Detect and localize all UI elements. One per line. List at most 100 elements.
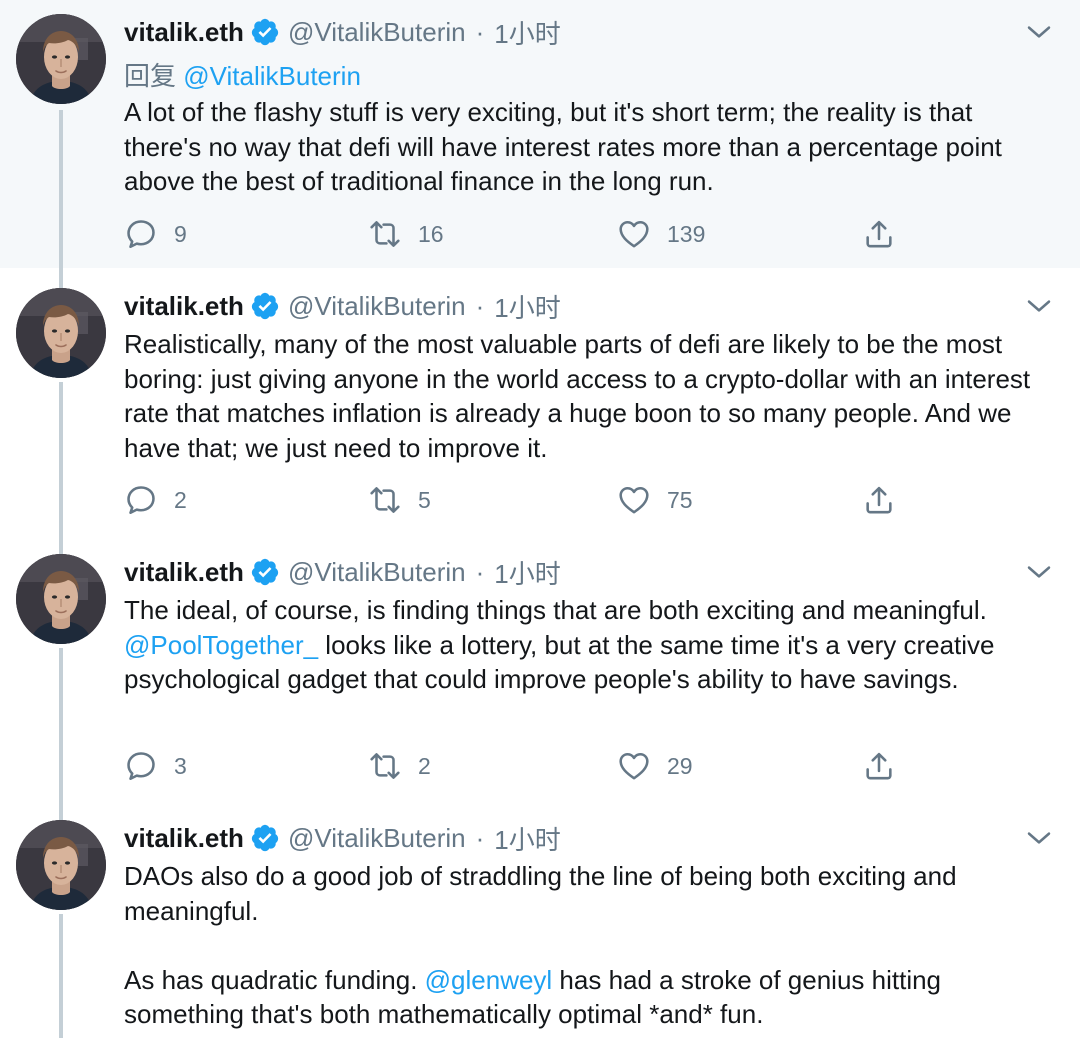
retweet-button[interactable]: 2: [368, 746, 431, 786]
profile-photo: [16, 820, 106, 910]
profile-photo: [16, 288, 106, 378]
avatar[interactable]: [16, 14, 106, 104]
reply-button[interactable]: 9: [124, 214, 187, 254]
text-segment: The ideal, of course, is finding things …: [124, 595, 987, 625]
text-segment: As has quadratic funding.: [124, 964, 425, 995]
retweet-count: 2: [418, 752, 431, 779]
like-button[interactable]: 29: [617, 746, 693, 786]
timestamp[interactable]: 1小时: [494, 14, 560, 51]
like-count: 29: [667, 752, 693, 779]
display-name[interactable]: vitalik.eth: [124, 823, 244, 854]
tweet-header: vitalik.eth @VitalikButerin · 1小时: [124, 288, 561, 324]
tweet[interactable]: vitalik.eth @VitalikButerin · 1小时 回复 @Vi…: [0, 0, 1080, 268]
verified-badge-icon: [250, 557, 280, 587]
separator-dot: ·: [475, 290, 485, 321]
avatar[interactable]: [16, 288, 106, 378]
share-button[interactable]: [862, 480, 896, 520]
reply-count: 3: [174, 752, 187, 779]
tweet-text: A lot of the flashy stuff is very exciti…: [124, 95, 1054, 199]
share-button[interactable]: [862, 214, 896, 254]
verified-badge-icon: [250, 823, 280, 853]
profile-photo: [16, 554, 106, 644]
display-name[interactable]: vitalik.eth: [124, 291, 244, 322]
retweet-button[interactable]: 5: [368, 480, 431, 520]
reply-button[interactable]: 2: [124, 480, 187, 520]
retweet-arrows-icon: [368, 217, 402, 251]
timestamp[interactable]: 1小时: [494, 288, 560, 325]
thread-connector-line: [59, 382, 63, 534]
user-handle[interactable]: @VitalikButerin: [288, 823, 466, 854]
heart-icon: [617, 749, 651, 783]
reply-bubble-icon: [124, 483, 158, 517]
display-name[interactable]: vitalik.eth: [124, 557, 244, 588]
chevron-down-icon[interactable]: [1024, 291, 1054, 321]
like-count: 75: [667, 486, 693, 513]
mention-link[interactable]: @glenweyl: [425, 965, 553, 995]
user-handle[interactable]: @VitalikButerin: [288, 557, 466, 588]
retweet-button[interactable]: 16: [368, 214, 444, 254]
thread-connector-line: [59, 534, 63, 554]
tweet-text: The ideal, of course, is finding things …: [124, 593, 1054, 697]
tweet-text: Realistically, many of the most valuable…: [124, 327, 1054, 465]
avatar[interactable]: [16, 554, 106, 644]
tweet-thread: vitalik.eth @VitalikButerin · 1小时 回复 @Vi…: [0, 0, 1080, 1038]
tweet-paragraph: A lot of the flashy stuff is very exciti…: [124, 97, 1002, 196]
tweet-actions: 3 2 29: [124, 746, 904, 786]
reply-count: 9: [174, 220, 187, 247]
separator-dot: ·: [475, 556, 485, 587]
reply-mention-link[interactable]: @VitalikButerin: [183, 61, 361, 91]
tweet-header: vitalik.eth @VitalikButerin · 1小时: [124, 14, 561, 50]
thread-connector-line: [59, 648, 63, 800]
like-button[interactable]: 75: [617, 480, 693, 520]
chevron-down-icon[interactable]: [1024, 557, 1054, 587]
verified-badge-icon: [250, 291, 280, 321]
retweet-arrows-icon: [368, 483, 402, 517]
chevron-down-icon[interactable]: [1024, 823, 1054, 853]
user-handle[interactable]: @VitalikButerin: [288, 291, 466, 322]
retweet-arrows-icon: [368, 749, 402, 783]
tweet[interactable]: vitalik.eth @VitalikButerin · 1小时 The id…: [0, 534, 1080, 800]
retweet-count: 16: [418, 220, 444, 247]
share-upload-icon: [862, 749, 896, 783]
user-handle[interactable]: @VitalikButerin: [288, 17, 466, 48]
thread-connector-line: [59, 914, 63, 1038]
separator-dot: ·: [475, 822, 485, 853]
reply-prefix: 回复: [124, 61, 177, 91]
reply-bubble-icon: [124, 217, 158, 251]
mention-link[interactable]: @PoolTogether_: [124, 630, 318, 660]
share-upload-icon: [862, 217, 896, 251]
heart-icon: [617, 483, 651, 517]
tweet[interactable]: vitalik.eth @VitalikButerin · 1小时 Realis…: [0, 268, 1080, 534]
heart-icon: [617, 217, 651, 251]
tweet-paragraph: Realistically, many of the most valuable…: [124, 329, 1031, 463]
thread-connector-line: [59, 268, 63, 288]
tweet-paragraph: DAOs also do a good job of straddling th…: [124, 861, 957, 926]
timestamp[interactable]: 1小时: [494, 554, 560, 591]
like-count: 139: [667, 220, 706, 247]
reply-count: 2: [174, 486, 187, 513]
reply-bubble-icon: [124, 749, 158, 783]
chevron-down-icon[interactable]: [1024, 17, 1054, 47]
tweet-paragraph: As has quadratic funding. @glenweyl has …: [124, 963, 1054, 1032]
verified-badge-icon: [250, 17, 280, 47]
tweet-actions: 2 5 75: [124, 480, 904, 520]
display-name[interactable]: vitalik.eth: [124, 17, 244, 48]
tweet-header: vitalik.eth @VitalikButerin · 1小时: [124, 554, 561, 590]
avatar[interactable]: [16, 820, 106, 910]
thread-connector-line: [59, 800, 63, 820]
retweet-count: 5: [418, 486, 431, 513]
share-upload-icon: [862, 483, 896, 517]
tweet-actions: 9 16 139: [124, 214, 904, 254]
separator-dot: ·: [475, 16, 485, 47]
share-button[interactable]: [862, 746, 896, 786]
replying-to: 回复 @VitalikButerin: [124, 56, 361, 93]
tweet-header: vitalik.eth @VitalikButerin · 1小时: [124, 820, 561, 856]
tweet-paragraph: The ideal, of course, is finding things …: [124, 593, 1054, 697]
reply-button[interactable]: 3: [124, 746, 187, 786]
tweet[interactable]: vitalik.eth @VitalikButerin · 1小时 DAOs a…: [0, 800, 1080, 1038]
like-button[interactable]: 139: [617, 214, 705, 254]
profile-photo: [16, 14, 106, 104]
timestamp[interactable]: 1小时: [494, 820, 560, 857]
thread-connector-line: [59, 110, 63, 268]
tweet-text: DAOs also do a good job of straddling th…: [124, 859, 1054, 1032]
